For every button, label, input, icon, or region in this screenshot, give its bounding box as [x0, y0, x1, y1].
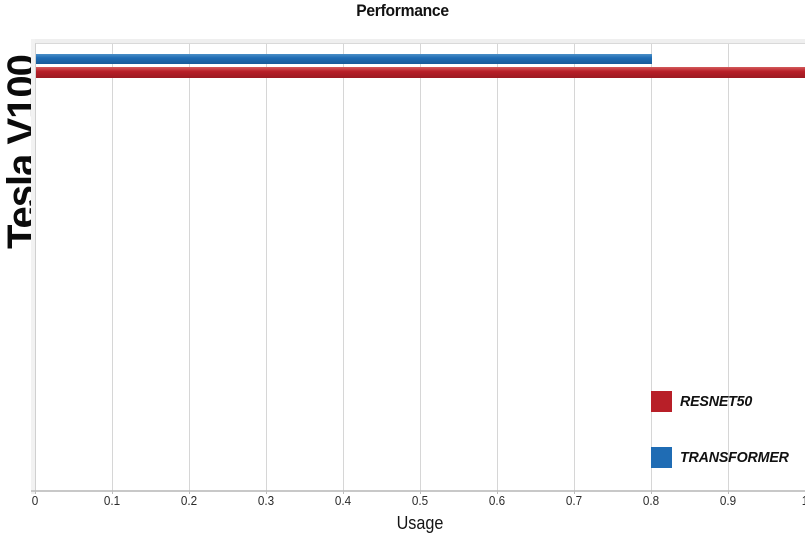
x-axis-tick-label: 0.7: [565, 493, 583, 508]
legend-entry[interactable]: TRANSFORMER: [651, 445, 794, 469]
plot-area: [35, 43, 805, 491]
chart-title: Performance: [356, 1, 449, 20]
legend-swatch-icon: [651, 446, 672, 468]
x-axis-line: [31, 490, 805, 492]
gridline: [266, 44, 267, 491]
bar-resnet50: [36, 67, 805, 78]
x-axis-title: Usage: [396, 513, 444, 533]
x-axis-tick-label: 0.2: [180, 493, 198, 508]
legend-label: RESNET50: [680, 392, 753, 410]
x-axis-tick-label: 0.8: [642, 493, 660, 508]
legend-swatch-icon: [651, 390, 672, 412]
gridline: [112, 44, 113, 491]
x-axis-tick-label: 0.6: [488, 493, 506, 508]
gridline: [651, 44, 652, 491]
legend-label: TRANSFORMER: [680, 448, 789, 466]
x-axis-tick-label: 1: [778, 493, 805, 508]
legend-entry[interactable]: RESNET50: [651, 389, 756, 413]
gridline: [420, 44, 421, 491]
bar-transformer: [36, 54, 652, 64]
x-axis-tick-label: 0.9: [719, 493, 737, 508]
x-axis-tick-label: 0.1: [103, 493, 121, 508]
x-axis-tick-label: 0.5: [411, 493, 429, 508]
chart-container: Performance Tesla V100 0 0.1 0.2 0.3 0.4 0.5 0…: [0, 0, 805, 545]
gridline: [728, 44, 729, 491]
gridline: [189, 44, 190, 491]
x-axis-tick-label: 0.4: [334, 493, 352, 508]
x-axis-tick-label: 0: [31, 493, 39, 508]
gridline: [574, 44, 575, 491]
x-axis-tick-label: 0.3: [257, 493, 275, 508]
gridline: [343, 44, 344, 491]
gridline: [497, 44, 498, 491]
